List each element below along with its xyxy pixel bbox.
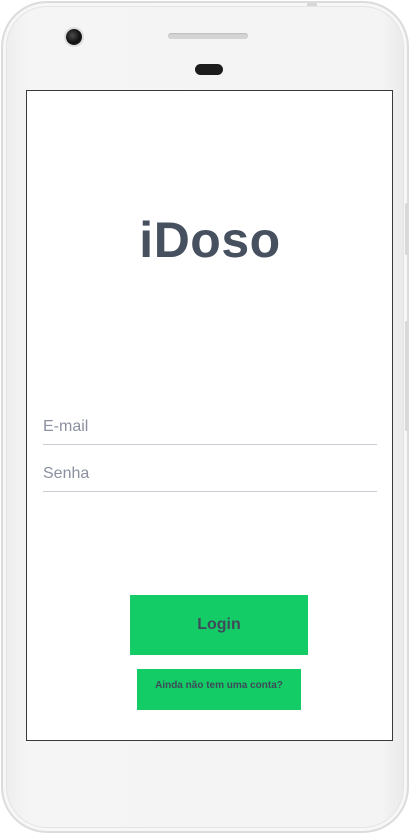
phone-frame: iDoso Login Ainda não tem uma conta? bbox=[1, 1, 409, 833]
phone-volume-button bbox=[405, 321, 408, 431]
app-logo-title: iDoso bbox=[139, 212, 281, 268]
front-camera-icon bbox=[66, 29, 82, 45]
signup-button[interactable]: Ainda não tem uma conta? bbox=[137, 669, 301, 710]
phone-top-button bbox=[307, 3, 317, 6]
login-button[interactable]: Login bbox=[130, 595, 308, 655]
proximity-sensor bbox=[195, 64, 223, 75]
app-screen: iDoso Login Ainda não tem uma conta? bbox=[26, 90, 393, 741]
email-input[interactable] bbox=[43, 410, 377, 445]
phone-power-button bbox=[405, 203, 408, 255]
earpiece-speaker bbox=[168, 33, 248, 39]
password-input[interactable] bbox=[43, 457, 377, 492]
